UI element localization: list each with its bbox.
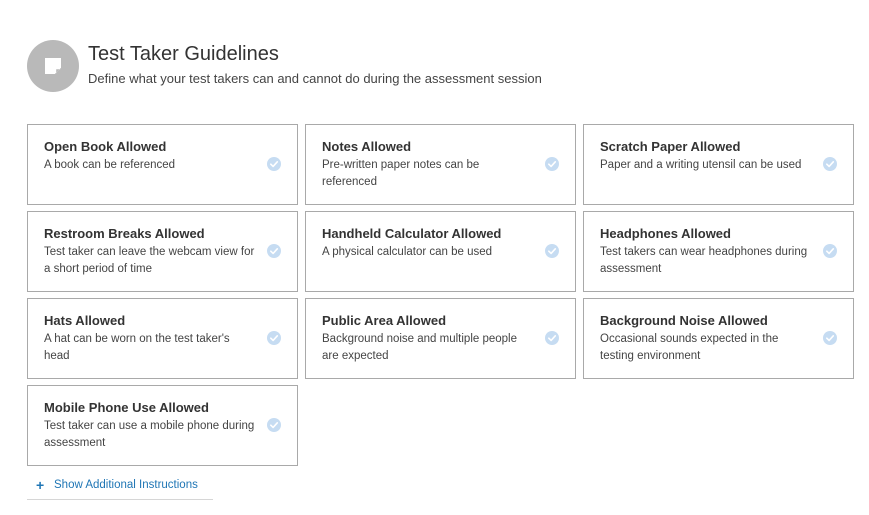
guideline-description: Test taker can leave the webcam view for… [44,246,255,275]
guideline-description: Test takers can wear headphones during a… [600,246,808,275]
guideline-card-restroom-breaks[interactable]: Restroom Breaks Allowed Test taker can l… [27,211,298,292]
guideline-card-handheld-calculator[interactable]: Handheld Calculator Allowed A physical c… [305,211,576,292]
check-circle-icon [267,157,281,171]
check-circle-icon [545,331,559,345]
page-header: Test Taker Guidelines Define what your t… [27,40,542,92]
guideline-description: Occasional sounds expected in the testin… [600,333,779,362]
guideline-description: Pre-written paper notes can be reference… [322,159,480,188]
check-circle-icon [823,244,837,258]
page-title: Test Taker Guidelines [88,43,279,65]
plus-icon: + [36,476,45,493]
guideline-card-mobile-phone[interactable]: Mobile Phone Use Allowed Test taker can … [27,385,298,466]
guideline-card-headphones[interactable]: Headphones Allowed Test takers can wear … [583,211,854,292]
guideline-card-notes[interactable]: Notes Allowed Pre-written paper notes ca… [305,124,576,205]
guidelines-grid: Open Book Allowed A book can be referenc… [27,124,854,466]
check-circle-icon [545,244,559,258]
guideline-card-open-book[interactable]: Open Book Allowed A book can be referenc… [27,124,298,205]
guideline-title: Restroom Breaks Allowed [44,226,205,241]
check-circle-icon [823,157,837,171]
guideline-title: Scratch Paper Allowed [600,139,741,154]
guideline-title: Handheld Calculator Allowed [322,226,502,241]
guideline-card-hats[interactable]: Hats Allowed A hat can be worn on the te… [27,298,298,379]
guideline-title: Public Area Allowed [322,313,447,328]
page: Test Taker Guidelines Define what your t… [0,0,869,515]
check-circle-icon [823,331,837,345]
guideline-title: Headphones Allowed [600,226,731,241]
guideline-card-background-noise[interactable]: Background Noise Allowed Occasional soun… [583,298,854,379]
check-circle-icon [267,418,281,432]
check-circle-icon [267,244,281,258]
guideline-card-scratch-paper[interactable]: Scratch Paper Allowed Paper and a writin… [583,124,854,205]
guideline-title: Mobile Phone Use Allowed [44,400,209,415]
guideline-description: Test taker can use a mobile phone during… [44,420,255,449]
guideline-description: A hat can be worn on the test taker's he… [44,333,230,362]
page-subtitle: Define what your test takers can and can… [88,71,542,86]
header-text: Test Taker Guidelines Define what your t… [88,40,542,88]
guideline-title: Hats Allowed [44,313,126,328]
show-additional-instructions-link[interactable]: + Show Additional Instructions [27,476,213,500]
sticky-note-icon [27,40,79,92]
guideline-description: Paper and a writing utensil can be used [600,159,802,171]
guideline-title: Open Book Allowed [44,139,167,154]
show-additional-instructions-label: Show Additional Instructions [54,478,198,491]
guideline-title: Background Noise Allowed [600,313,768,328]
guideline-title: Notes Allowed [322,139,412,154]
guideline-description: A book can be referenced [44,159,176,171]
guideline-card-public-area[interactable]: Public Area Allowed Background noise and… [305,298,576,379]
guideline-description: A physical calculator can be used [322,246,493,258]
check-circle-icon [267,331,281,345]
guideline-description: Background noise and multiple people are… [322,333,517,362]
check-circle-icon [545,157,559,171]
